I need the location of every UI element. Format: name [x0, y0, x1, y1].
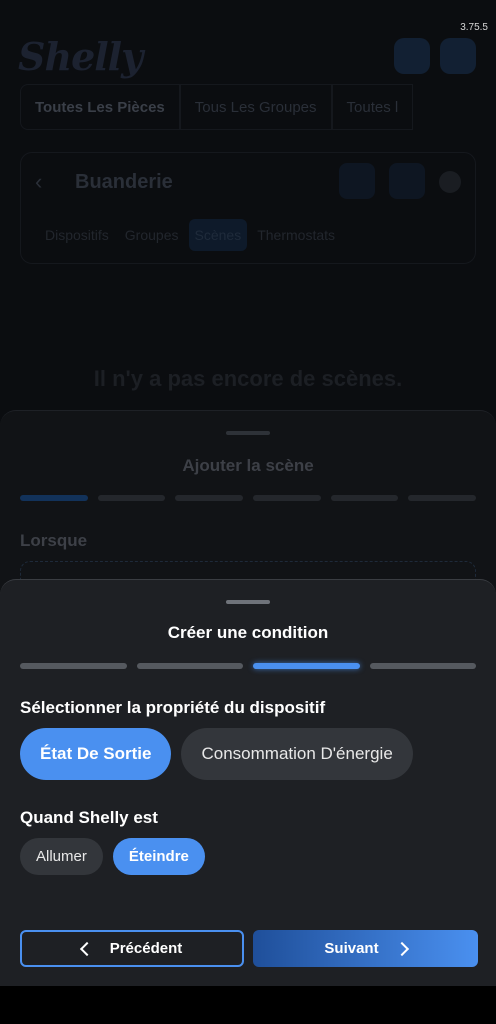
tab-all-other[interactable]: Toutes l	[331, 84, 414, 130]
next-button-label: Suivant	[324, 940, 379, 957]
previous-button-label: Précédent	[109, 940, 183, 957]
when-option-off[interactable]: Éteindre	[112, 838, 205, 875]
property-label: Sélectionner la propriété du dispositif	[20, 698, 326, 717]
empty-scenes-message: Il n'y a pas encore de scènes.	[93, 366, 403, 391]
step-4	[369, 663, 476, 669]
step-1	[20, 663, 127, 669]
sheet-title: Créer une condition	[167, 623, 329, 642]
tab-thermostats[interactable]: Thermostats	[251, 219, 341, 251]
add-icon[interactable]	[339, 163, 375, 199]
system-nav-bar	[0, 986, 496, 1024]
when-option-on[interactable]: Allumer	[20, 838, 103, 875]
step-3	[253, 663, 360, 669]
property-option-output-state[interactable]: État De Sortie	[20, 728, 172, 780]
room-card: ‹ Buanderie Dispositifs Groupes Scènes T…	[20, 152, 476, 264]
property-options: État De Sortie Consommation D'énergie	[20, 728, 413, 780]
sheet-title: Ajouter la scène	[182, 456, 314, 475]
assistant-icon[interactable]	[394, 38, 430, 74]
chevron-left-icon[interactable]: ‹	[35, 169, 42, 195]
shelly-logo: Shelly	[18, 34, 143, 79]
tab-all-rooms[interactable]: Toutes Les Pièces	[20, 84, 180, 130]
next-button[interactable]: Suivant	[253, 930, 478, 967]
when-options: Allumer Éteindre	[20, 838, 205, 875]
profile-icon[interactable]	[440, 38, 476, 74]
condition-step-indicator	[20, 663, 476, 669]
edit-icon[interactable]	[389, 163, 425, 199]
sheet-handle[interactable]	[226, 431, 270, 435]
create-condition-sheet: Créer une condition Sélectionner la prop…	[0, 579, 496, 987]
tab-devices[interactable]: Dispositifs	[39, 219, 115, 251]
tab-all-groups[interactable]: Tous Les Groupes	[179, 84, 332, 130]
scene-step-indicator	[20, 495, 477, 501]
room-sub-tabs: Dispositifs Groupes Scènes Thermostats	[39, 219, 341, 251]
property-option-power-consumption[interactable]: Consommation D'énergie	[181, 728, 413, 780]
previous-button[interactable]: Précédent	[20, 930, 244, 967]
room-tabs: Toutes Les Pièces Tous Les Groupes Toute…	[20, 84, 496, 130]
version-label: 3.75.5	[460, 22, 488, 33]
when-section-label: Lorsque	[20, 531, 88, 550]
step-5	[330, 495, 399, 501]
chevron-right-icon	[394, 941, 409, 956]
chevron-left-icon	[79, 941, 94, 956]
step-2	[136, 663, 243, 669]
room-name: Buanderie	[75, 171, 173, 193]
step-6	[408, 495, 477, 501]
step-1	[20, 495, 88, 501]
more-icon[interactable]	[439, 171, 461, 193]
sheet-handle[interactable]	[226, 600, 270, 604]
step-4	[253, 495, 321, 501]
step-3	[175, 495, 244, 501]
step-2	[97, 495, 166, 501]
when-label: Quand Shelly est	[20, 808, 158, 827]
tab-groups[interactable]: Groupes	[119, 219, 185, 251]
tab-scenes[interactable]: Scènes	[188, 219, 248, 251]
